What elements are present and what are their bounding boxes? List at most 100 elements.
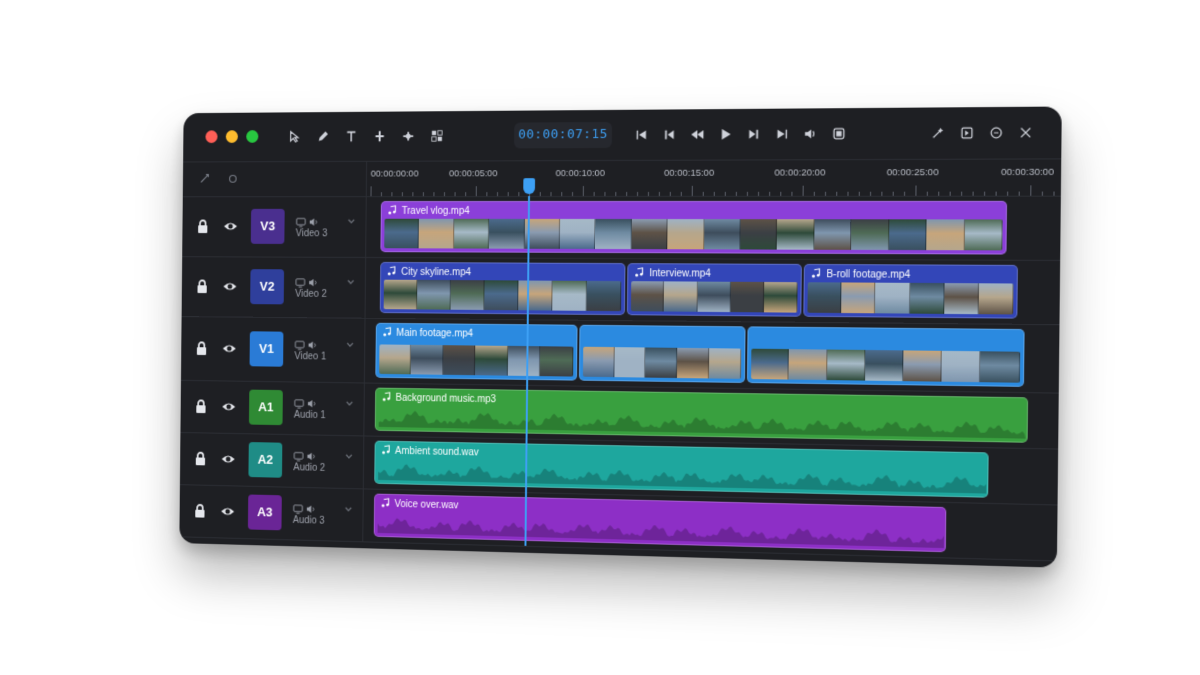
close-window-button[interactable] (205, 130, 218, 144)
video-clip[interactable] (578, 324, 746, 383)
track-badge[interactable]: V3 (250, 208, 285, 244)
lock-icon[interactable] (194, 340, 209, 356)
export-icon[interactable] (956, 123, 977, 144)
chevron-down-icon[interactable] (344, 501, 354, 511)
chevron-down-icon[interactable] (347, 213, 357, 223)
thumbnail-frame (841, 282, 876, 314)
lock-icon[interactable] (195, 219, 210, 235)
thumbnail-frame (595, 218, 632, 250)
play-icon[interactable] (715, 124, 735, 144)
eye-icon[interactable] (223, 219, 238, 235)
timecode-display: 00:00:07:15 (513, 121, 613, 149)
text-icon[interactable] (342, 127, 361, 147)
waveform-shape (378, 410, 1026, 439)
clip-thumbnails (582, 346, 742, 379)
close-icon[interactable] (1015, 122, 1036, 143)
thumbnail-frame (751, 348, 790, 380)
clip-thumbnails (751, 348, 1020, 383)
eye-icon[interactable] (222, 341, 237, 357)
grid-icon[interactable] (427, 126, 446, 146)
clip-label: Travel vlog.mp4 (401, 205, 470, 217)
prev-frame-icon[interactable] (659, 125, 679, 145)
rewind-icon[interactable] (687, 124, 707, 144)
timeline-editor-window: 00:00:07:15 00:00:00:00 00:00:05:00 00:0… (179, 106, 1062, 568)
ruler-label: 00:00:05:00 (448, 168, 498, 180)
skip-start-icon[interactable] (632, 125, 652, 145)
fullscreen-icon[interactable] (829, 123, 850, 143)
track-badge[interactable]: A1 (248, 389, 283, 426)
thumbnail-frame (383, 279, 418, 310)
chevron-down-icon[interactable] (344, 448, 354, 458)
time-ruler[interactable]: 00:00:00:00 00:00:05:00 00:00:10:00 00:00:1… (366, 158, 1062, 198)
settings-icon[interactable] (986, 122, 1007, 143)
track-badge[interactable]: V2 (250, 269, 285, 305)
track-badge[interactable]: A2 (248, 442, 283, 478)
clip-title: Travel vlog.mp4 (387, 205, 470, 218)
eye-icon[interactable] (221, 399, 236, 415)
thumbnail-frame (378, 344, 411, 375)
track-name: Video 2 (295, 288, 327, 300)
clip-title: Interview.mp4 (634, 267, 711, 280)
thumbnail-frame (888, 219, 927, 251)
ruler-tick (475, 186, 477, 197)
insert-icon[interactable] (399, 126, 418, 146)
waveform-shape (377, 516, 944, 549)
thumbnail-frame (763, 281, 798, 313)
video-clip[interactable]: City skyline.mp4 (379, 261, 626, 316)
track-header-a2: A2 Audio 2 (179, 432, 365, 490)
audio-clip[interactable]: Ambient sound.wav (373, 440, 989, 498)
maximize-window-button[interactable] (246, 130, 259, 143)
skip-end-icon[interactable] (772, 124, 792, 144)
lock-icon[interactable] (193, 451, 208, 467)
thumbnail-frame (450, 280, 485, 310)
video-clip[interactable] (747, 326, 1025, 387)
link-icon[interactable] (223, 169, 242, 188)
ruler-label: 00:00:30:00 (1000, 166, 1054, 179)
thumbnail-frame (709, 348, 742, 379)
audio-clip[interactable]: Voice over.wav (373, 493, 947, 553)
track-badge[interactable]: V1 (249, 331, 284, 367)
thumbnail-frame (875, 282, 910, 314)
eye-icon[interactable] (222, 279, 237, 295)
toolbar: 00:00:07:15 (183, 106, 1062, 163)
track-name: Audio 2 (293, 462, 326, 474)
thumbnail-frame (730, 281, 764, 313)
clip-label: City skyline.mp4 (401, 266, 471, 279)
track-lane-v1[interactable]: Main footage.mp4 (364, 317, 1060, 394)
thumbnail-frame (631, 219, 668, 250)
ruler-tick (691, 185, 693, 196)
next-frame-icon[interactable] (743, 124, 763, 144)
clip-title: B-roll footage.mp4 (811, 268, 910, 282)
video-clip[interactable]: Interview.mp4 (627, 263, 802, 317)
video-clip[interactable]: B-roll footage.mp4 (803, 263, 1018, 319)
thumbnail-frame (416, 279, 451, 310)
music-note-icon (382, 327, 392, 340)
thumbnail-frame (941, 350, 981, 383)
audio-icon[interactable] (800, 124, 821, 144)
chevron-down-icon[interactable] (345, 336, 355, 346)
clip-label: Interview.mp4 (649, 268, 711, 280)
track-lane-v2[interactable]: City skyline.mp4 Interview.mp4 B-roll foot… (365, 256, 1061, 326)
lock-icon[interactable] (194, 398, 209, 414)
eye-icon[interactable] (220, 504, 235, 520)
select-icon[interactable] (285, 127, 304, 147)
video-clip[interactable]: Main footage.mp4 (374, 322, 578, 381)
magic-icon[interactable] (927, 123, 948, 144)
track-lane-v3[interactable]: Travel vlog.mp4 (366, 195, 1061, 261)
track-badge[interactable]: A3 (247, 494, 282, 531)
minimize-window-button[interactable] (225, 130, 238, 143)
pen-icon[interactable] (313, 127, 332, 147)
lock-icon[interactable] (195, 278, 210, 294)
thumbnail-frame (807, 282, 842, 314)
eye-icon[interactable] (221, 451, 236, 467)
split-icon[interactable] (370, 126, 389, 146)
playhead-handle[interactable] (523, 178, 536, 195)
chevron-down-icon[interactable] (345, 395, 355, 405)
chevron-down-icon[interactable] (346, 274, 356, 284)
lock-icon[interactable] (192, 503, 207, 519)
video-clip[interactable]: Travel vlog.mp4 (380, 200, 1008, 255)
thumbnail-frame (926, 219, 965, 251)
audio-clip[interactable]: Background music.mp3 (374, 387, 1029, 443)
thumbnail-frame (484, 280, 519, 311)
snap-icon[interactable] (196, 169, 215, 188)
